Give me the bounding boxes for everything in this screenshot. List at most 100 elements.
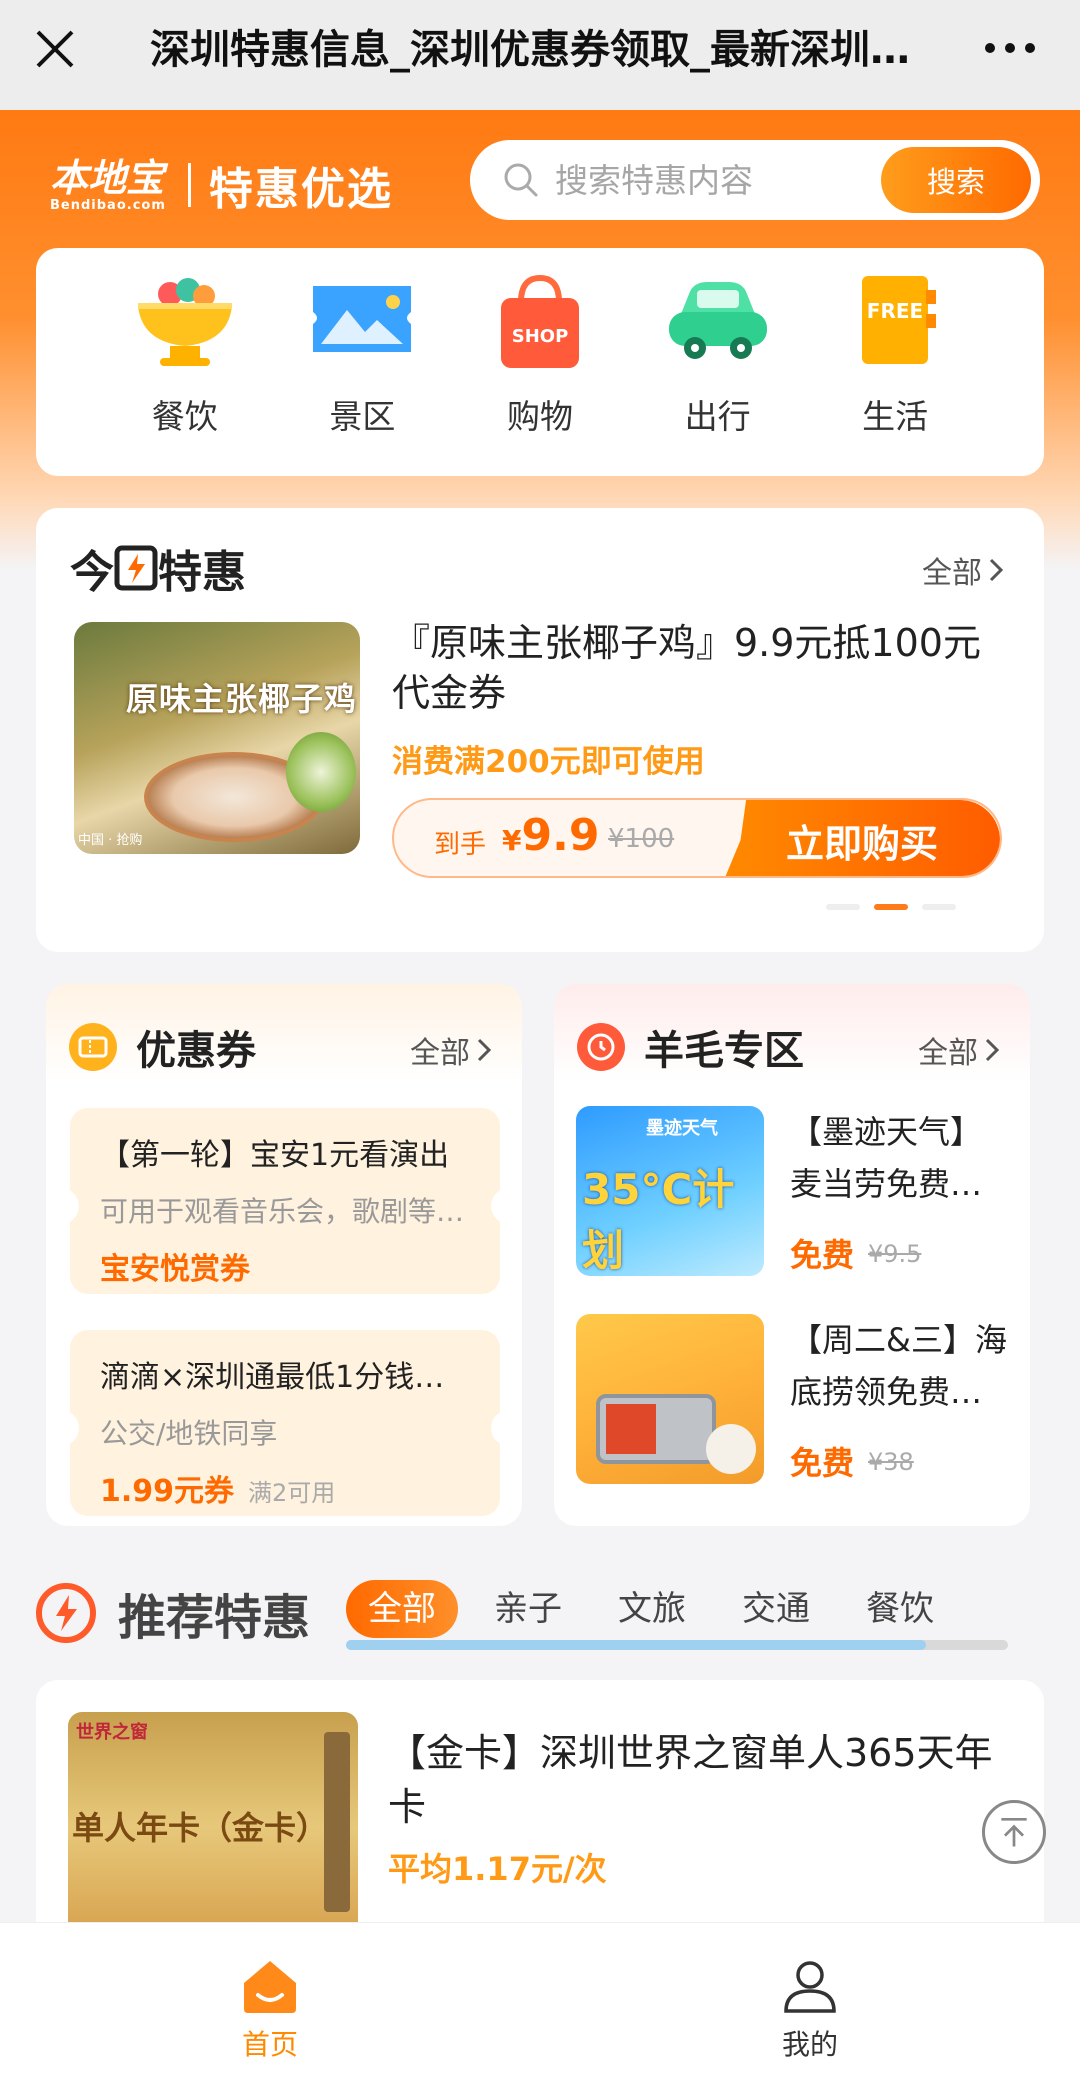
carousel-dot[interactable] [922, 904, 956, 910]
nav-home[interactable]: 首页 [170, 1957, 370, 2063]
logo[interactable]: 本地宝 Bendibao.com 特惠优选 [50, 150, 440, 220]
coupon-notch [61, 1410, 79, 1446]
bowl-illustration [706, 1424, 756, 1474]
more-label: 全部 [410, 1036, 470, 1071]
tower-illustration [324, 1732, 350, 1912]
tab-dining[interactable]: 餐饮 [866, 1580, 934, 1638]
recommend-title: 推荐特惠 [36, 1578, 310, 1648]
category-label: 餐饮 [151, 397, 218, 436]
wool-item[interactable]: 【周二&三】海底捞领免费锅底 免费 ¥38 [576, 1314, 1016, 1488]
search-bar[interactable]: 搜索 [470, 140, 1040, 220]
coupon-name: 【第一轮】宝安1元看演出 [100, 1138, 450, 1173]
home-icon [244, 1961, 296, 2013]
coupon-section-title: 优惠券 [136, 1028, 256, 1074]
category-label: 景区 [329, 397, 396, 436]
price-value: 9.9 [521, 810, 600, 861]
logo-divider [187, 163, 191, 207]
wool-item[interactable]: 墨迹天气 35°C计划 【墨迹天气】麦当劳免费薯条 免费 ¥9.5 [576, 1106, 1016, 1280]
coupon-label: 1.99元券 满2可用 [100, 1466, 335, 1510]
today-product-image[interactable]: 原味主张椰子鸡 中国 · 抢购 [74, 622, 360, 854]
more-label: 全部 [918, 1036, 978, 1071]
recommend-title-text: 推荐特惠 [118, 1590, 311, 1646]
coupon-section: 优惠券 全部 【第一轮】宝安1元看演出 可用于观看音乐会，歌剧等演出 宝安悦赏券… [46, 984, 522, 1526]
today-special-title: 今 特惠 [70, 536, 246, 600]
image-brand: 世界之窗 [76, 1722, 148, 1743]
coupon-label: 宝安悦赏券 [100, 1244, 264, 1288]
category-travel[interactable]: 出行 [648, 272, 788, 476]
category-label: 购物 [506, 397, 573, 436]
scenic-ticket-icon [313, 286, 412, 352]
svg-text:FREE: FREE [867, 299, 923, 323]
today-title-b: 特惠 [158, 547, 246, 598]
wool-item-price: 免费 [790, 1236, 855, 1274]
wool-item-image: 墨迹天气 35°C计划 [576, 1106, 764, 1276]
logo-main-text: 本地宝 [50, 155, 165, 200]
soup-illustration [606, 1404, 656, 1454]
car-icon [668, 282, 767, 359]
shop-bag-icon: SHOP [500, 274, 579, 368]
coupon-value: 1.99元券 [100, 1474, 235, 1509]
wool-item-image [576, 1314, 764, 1484]
chevron-right-icon [989, 558, 1004, 582]
category-shopping[interactable]: SHOP 购物 [470, 272, 610, 476]
coupon-notch [61, 1188, 79, 1224]
today-product-name[interactable]: 『原味主张椰子鸡』9.9元抵100元代金券 [392, 618, 1012, 718]
image-text: 原味主张椰子鸡 [126, 680, 358, 718]
today-title-a: 今 [70, 547, 114, 598]
coupon-item[interactable]: 滴滴×深圳通最低1分钱乘车 公交/地铁同享 1.99元券 满2可用 [61, 1330, 509, 1516]
today-condition: 消费满200元即可使用 [392, 744, 705, 780]
recommend-item-name: 【金卡】深圳世界之窗单人365天年卡 [388, 1731, 993, 1829]
svg-text:SHOP: SHOP [512, 326, 569, 347]
category-food[interactable]: 餐饮 [115, 272, 255, 476]
category-scenic[interactable]: 景区 [292, 272, 432, 476]
carousel-dot-active[interactable] [874, 904, 908, 910]
nav-mine[interactable]: 我的 [710, 1957, 910, 2063]
today-price: ¥9.9 [502, 810, 599, 861]
coupon-icon [69, 1023, 117, 1071]
buy-now-button[interactable]: 立即购买 [724, 800, 1000, 876]
recommend-item-price: 平均1.17元/次 [388, 1850, 607, 1888]
search-input[interactable] [555, 160, 865, 200]
tab-culture-travel[interactable]: 文旅 [618, 1580, 686, 1638]
tab-family[interactable]: 亲子 [494, 1580, 562, 1638]
page-title: 深圳特惠信息_深圳优惠券领取_最新深圳优惠活动 [150, 27, 910, 73]
recommend-item-image: 世界之窗 单人年卡（金卡） [68, 1712, 358, 1940]
search-button[interactable]: 搜索 [881, 147, 1031, 213]
category-life[interactable]: FREE 生活 [825, 272, 965, 476]
today-special-card: 今 特惠 全部 原味主张椰子鸡 中国 · 抢购 『原味主张椰子鸡』9.9元抵10… [36, 508, 1044, 952]
tabs-scrollbar-thumb[interactable] [346, 1640, 926, 1650]
tab-transport[interactable]: 交通 [742, 1580, 810, 1638]
nav-mine-label: 我的 [781, 2028, 838, 2061]
chevron-right-icon [477, 1038, 492, 1062]
category-label: 出行 [684, 397, 751, 436]
lightning-badge-icon [36, 1583, 96, 1643]
wool-item-original: ¥9.5 [868, 1240, 922, 1268]
image-text: 单人年卡（金卡） [72, 1809, 329, 1847]
wool-item-name: 【墨迹天气】麦当劳免费薯条 [790, 1113, 983, 1203]
free-book-icon: FREE [862, 276, 937, 364]
search-icon [504, 163, 538, 197]
more-icon[interactable] [980, 30, 1040, 66]
today-more-link[interactable]: 全部 [922, 548, 1004, 592]
recommend-item[interactable]: 世界之窗 单人年卡（金卡） 【金卡】深圳世界之窗单人365天年卡 平均1.17元… [36, 1680, 1044, 1940]
tabs-scrollbar[interactable] [346, 1640, 1008, 1650]
got-label: 到手 [434, 830, 487, 860]
chevron-right-icon [985, 1038, 1000, 1062]
wool-item-original: ¥38 [868, 1448, 914, 1476]
coconut-illustration [286, 732, 356, 812]
lightning-icon [114, 545, 158, 591]
coupon-more-link[interactable]: 全部 [410, 1028, 492, 1072]
recommend-tabs: 全部 亲子 文旅 交通 餐饮 [346, 1580, 990, 1638]
close-icon[interactable] [30, 24, 80, 74]
coupon-desc: 可用于观看音乐会，歌剧等演出 [100, 1195, 470, 1228]
category-grid: 餐饮 景区 SHOP 购物 出行 FREE 生活 [36, 248, 1044, 476]
coupon-value: 宝安悦赏券 [100, 1252, 250, 1287]
nav-home-label: 首页 [241, 2028, 298, 2061]
tab-all[interactable]: 全部 [346, 1580, 458, 1638]
coupon-item[interactable]: 【第一轮】宝安1元看演出 可用于观看音乐会，歌剧等演出 宝安悦赏券 [61, 1108, 509, 1294]
scroll-to-top-icon[interactable] [982, 1800, 1046, 1864]
wool-more-link[interactable]: 全部 [918, 1028, 1000, 1072]
category-label: 生活 [862, 397, 929, 436]
carousel-dot[interactable] [826, 904, 860, 910]
logo-slogan: 特惠优选 [208, 164, 393, 215]
